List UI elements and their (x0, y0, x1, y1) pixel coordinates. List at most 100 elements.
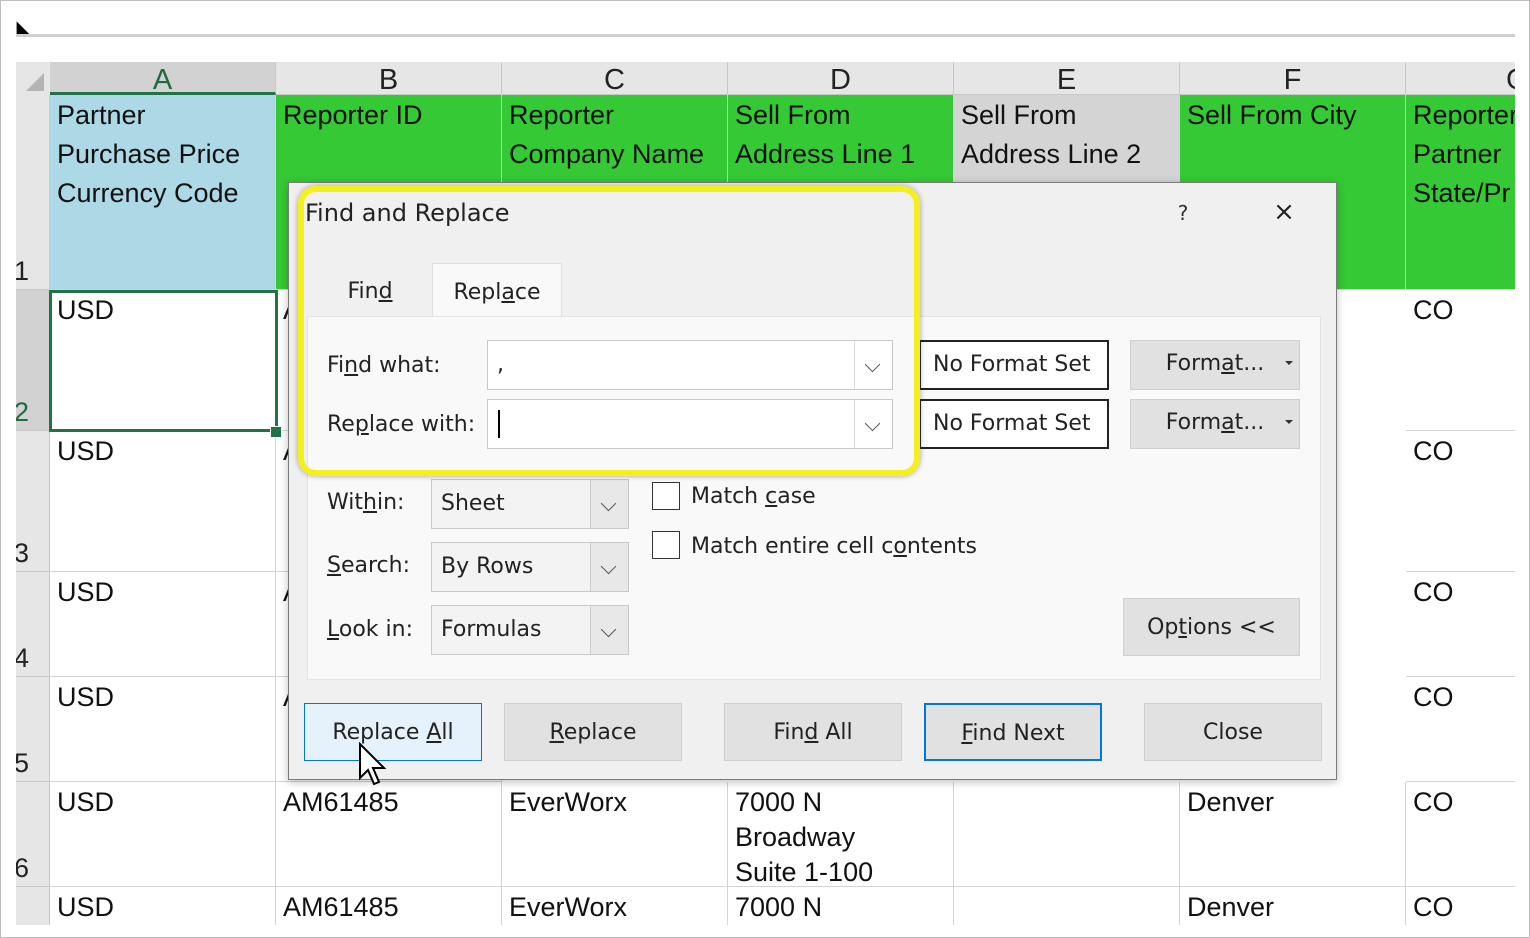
button-label: ll (441, 720, 454, 745)
look-in-select[interactable]: Formulas (431, 605, 629, 655)
button-label: t... (1234, 410, 1265, 435)
fill-handle[interactable] (270, 426, 282, 438)
replace-button[interactable]: Replace (504, 703, 682, 761)
button-label: t... (1234, 351, 1265, 376)
button-label: All (818, 720, 853, 745)
column-header-c[interactable]: C (502, 62, 728, 96)
within-select[interactable]: Sheet (431, 479, 629, 529)
cell-g4[interactable]: CO (1406, 572, 1515, 677)
button-label: Close (1203, 720, 1263, 745)
match-case-label[interactable]: Match case (691, 484, 816, 509)
dropdown-arrow-icon (1285, 420, 1293, 424)
label-text: in: (376, 490, 405, 515)
cell-d7[interactable]: 7000 N Broadway (728, 887, 954, 925)
column-header-a[interactable]: A (50, 62, 276, 96)
access-key: A (426, 720, 442, 745)
button-label: Fin (773, 720, 805, 745)
find-next-button[interactable]: Find Next (924, 703, 1102, 761)
within-label: Within: (327, 490, 404, 515)
row-number: 2 (16, 397, 29, 428)
row-number: 1 (16, 256, 29, 287)
chevron-down-icon (600, 495, 617, 512)
options-button[interactable]: Options << (1123, 598, 1300, 656)
cell-a5[interactable]: USD (50, 677, 276, 782)
column-header-g[interactable]: G (1406, 62, 1515, 96)
within-dropdown[interactable] (590, 480, 628, 528)
access-key: d (804, 720, 819, 745)
cell-a4[interactable]: USD (50, 572, 276, 677)
find-format-button[interactable]: Format... (1130, 340, 1300, 390)
search-select[interactable]: By Rows (431, 542, 629, 592)
row-number: 4 (16, 643, 29, 674)
cell-f7[interactable]: Denver (1180, 887, 1406, 925)
cell-a6[interactable]: USD (50, 782, 276, 887)
column-header-b[interactable]: B (276, 62, 502, 96)
chevron-down-icon (600, 558, 617, 575)
cell-d6[interactable]: 7000 N Broadway Suite 1-100 (728, 782, 954, 887)
select-all-corner[interactable] (16, 62, 51, 96)
dropdown-arrow-icon (1285, 361, 1293, 365)
row-header-1[interactable]: 1 (16, 95, 50, 290)
row-header-5[interactable]: 5 (16, 677, 50, 782)
match-case-checkbox[interactable] (652, 482, 680, 510)
cell-g1[interactable]: Reporter Partner State/Pr (1406, 95, 1515, 290)
row-header-6[interactable]: 6 (16, 782, 50, 887)
find-format-preview: No Format Set (919, 340, 1109, 390)
row-header-2[interactable]: 2 (16, 290, 50, 431)
column-header-e[interactable]: E (954, 62, 1180, 96)
label-text: Wit (327, 490, 364, 515)
help-button[interactable]: ? (1171, 201, 1195, 225)
access-key: t (1178, 615, 1188, 640)
row-header-4[interactable]: 4 (16, 572, 50, 677)
button-label: Form (1165, 351, 1222, 376)
cell-f6[interactable]: Denver (1180, 782, 1406, 887)
column-header-f[interactable]: F (1180, 62, 1406, 96)
cell-a3[interactable]: USD (50, 431, 276, 572)
row-header-3[interactable]: 3 (16, 431, 50, 572)
cell-g3[interactable]: CO (1406, 431, 1515, 572)
access-key: S (327, 553, 341, 578)
cell-g6[interactable]: CO (1406, 782, 1515, 887)
cell-g5[interactable]: CO (1406, 677, 1515, 782)
look-in-dropdown[interactable] (590, 606, 628, 654)
match-entire-cell-label[interactable]: Match entire cell contents (691, 534, 977, 559)
row-header-7[interactable] (16, 887, 50, 925)
access-key: c (765, 484, 778, 509)
find-all-button[interactable]: Find All (724, 703, 902, 761)
cell-a7[interactable]: USD (50, 887, 276, 925)
match-entire-cell-checkbox[interactable] (652, 531, 680, 559)
mouse-pointer-icon (359, 742, 387, 786)
replace-all-button[interactable]: Replace All (304, 703, 482, 761)
cell-b6[interactable]: AM61485 (276, 782, 502, 887)
close-button[interactable]: Close (1144, 703, 1322, 761)
replace-format-preview: No Format Set (919, 399, 1109, 449)
button-label: eplace (563, 720, 637, 745)
row-number: 6 (16, 853, 29, 884)
label-text: Match (691, 484, 766, 509)
column-header-d[interactable]: D (728, 62, 954, 96)
cell-c7[interactable]: EverWorx (502, 887, 728, 925)
cell-e7[interactable] (954, 887, 1180, 925)
chevron-down-icon (600, 621, 617, 638)
look-in-value: Formulas (441, 617, 542, 642)
cell-g7[interactable]: CO (1406, 887, 1515, 925)
replace-format-button[interactable]: Format... (1130, 399, 1300, 449)
access-key: L (327, 617, 339, 642)
cell-g2[interactable]: CO (1406, 290, 1515, 431)
button-label: Form (1165, 410, 1222, 435)
cell-e6[interactable] (954, 782, 1180, 887)
row-number: 5 (16, 748, 29, 779)
cell-c6[interactable]: EverWorx (502, 782, 728, 887)
button-label: ions << (1187, 615, 1276, 640)
access-key: R (549, 720, 564, 745)
access-key: h (363, 490, 377, 515)
search-value: By Rows (441, 554, 534, 579)
close-icon[interactable]: × (1269, 197, 1299, 227)
search-dropdown[interactable] (590, 543, 628, 591)
cell-b7[interactable]: AM61485 (276, 887, 502, 925)
access-key: a (1221, 351, 1235, 376)
cell-a1[interactable]: Partner Purchase Price Currency Code (50, 95, 276, 290)
active-cell-border (49, 290, 278, 432)
access-key: o (893, 534, 907, 559)
button-label: ind Next (972, 721, 1065, 746)
